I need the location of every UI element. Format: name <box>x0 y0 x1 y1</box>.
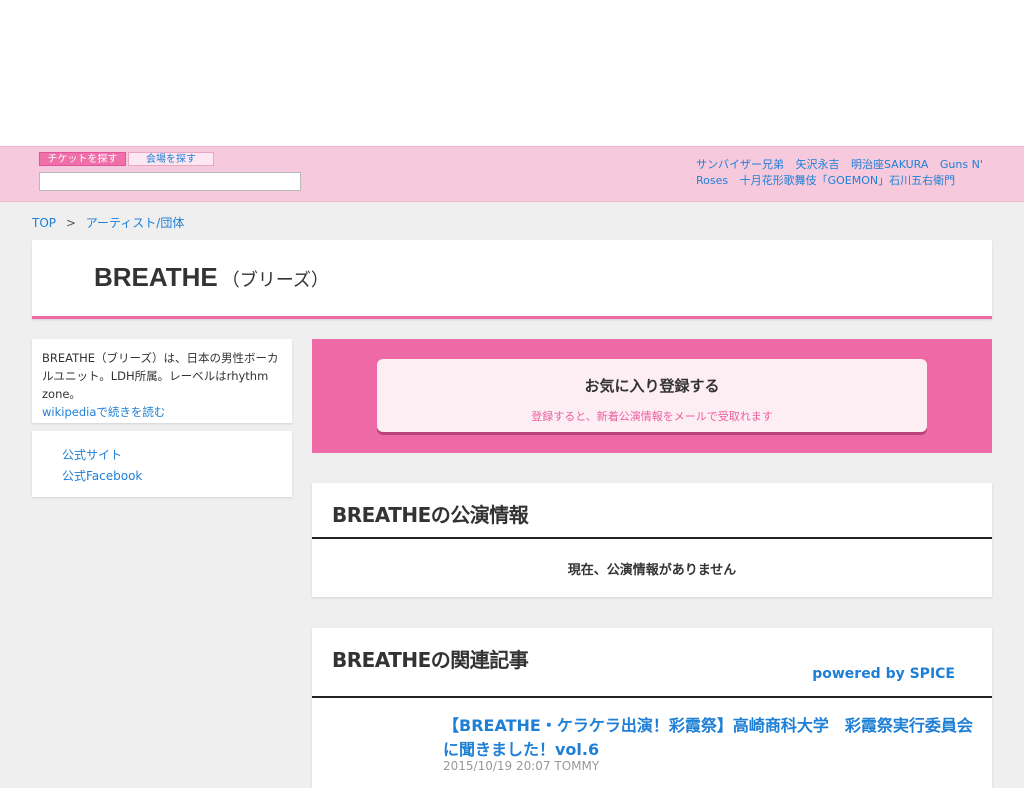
artist-description-card: BREATHE（ブリーズ）は、日本の男性ボーカルユニット。LDH所属。レーベルは… <box>32 339 292 423</box>
powered-by-spice[interactable]: powered by SPICE <box>812 666 955 682</box>
search-header: チケットを探す 会場を探す サンバイザー兄弟 矢沢永吉 明治座SAKURA Gu… <box>0 146 1024 202</box>
wikipedia-link[interactable]: wikipediaで続きを読む <box>42 403 282 421</box>
breadcrumb-separator: > <box>65 216 76 230</box>
official-facebook-link[interactable]: 公式Facebook <box>62 466 262 487</box>
breadcrumb: TOP > アーティスト/団体 <box>32 214 184 231</box>
hot-link[interactable]: サンバイザー兄弟 <box>696 158 784 171</box>
official-links-card: 公式サイト 公式Facebook <box>32 431 292 497</box>
article-meta: 2015/10/19 20:07 TOMMY <box>443 759 600 773</box>
page-title: BREATHE （ブリーズ） <box>94 262 329 293</box>
artist-reading: （ブリーズ） <box>221 270 329 290</box>
artist-description: BREATHE（ブリーズ）は、日本の男性ボーカルユニット。LDH所属。レーベルは… <box>42 351 279 401</box>
breadcrumb-current[interactable]: アーティスト/団体 <box>86 216 185 230</box>
section-divider <box>312 537 992 539</box>
search-input[interactable] <box>39 172 301 191</box>
hot-link[interactable]: 十月花形歌舞伎「GOEMON」石川五右衛門 <box>740 174 956 187</box>
official-site-link[interactable]: 公式サイト <box>62 445 262 466</box>
tab-find-ticket[interactable]: チケットを探す <box>39 152 126 166</box>
performance-section-title: BREATHEの公演情報 <box>332 503 529 527</box>
article-link[interactable]: 【BREATHE・ケラケラ出演！彩霞祭】高崎商科大学 彩霞祭実行委員会に聞きまし… <box>443 714 983 762</box>
breadcrumb-top-link[interactable]: TOP <box>32 216 56 230</box>
favorite-button-label: お気に入り登録する <box>584 377 720 395</box>
hot-link[interactable]: 矢沢永吉 <box>796 158 840 171</box>
articles-section-title: BREATHEの関連記事 <box>332 648 529 672</box>
add-favorite-button[interactable]: お気に入り登録する 登録すると、新着公演情報をメールで受取れます <box>377 359 927 432</box>
favorite-panel: お気に入り登録する 登録すると、新着公演情報をメールで受取れます <box>312 339 992 453</box>
favorite-button-subtext: 登録すると、新着公演情報をメールで受取れます <box>531 410 773 423</box>
hot-link[interactable]: 明治座SAKURA <box>851 158 928 171</box>
section-divider <box>312 696 992 698</box>
top-blank-area <box>0 0 1024 146</box>
no-performance-message: 現在、公演情報がありません <box>567 563 737 578</box>
hot-keywords: サンバイザー兄弟 矢沢永吉 明治座SAKURA Guns N' Roses 十月… <box>696 157 996 189</box>
performance-info-section: BREATHEの公演情報 現在、公演情報がありません <box>312 483 992 597</box>
artist-title-card: BREATHE （ブリーズ） <box>32 240 992 319</box>
related-articles-section: BREATHEの関連記事 powered by SPICE 【BREATHE・ケ… <box>312 628 992 788</box>
tab-find-venue[interactable]: 会場を探す <box>128 152 214 166</box>
artist-name: BREATHE <box>94 262 218 292</box>
